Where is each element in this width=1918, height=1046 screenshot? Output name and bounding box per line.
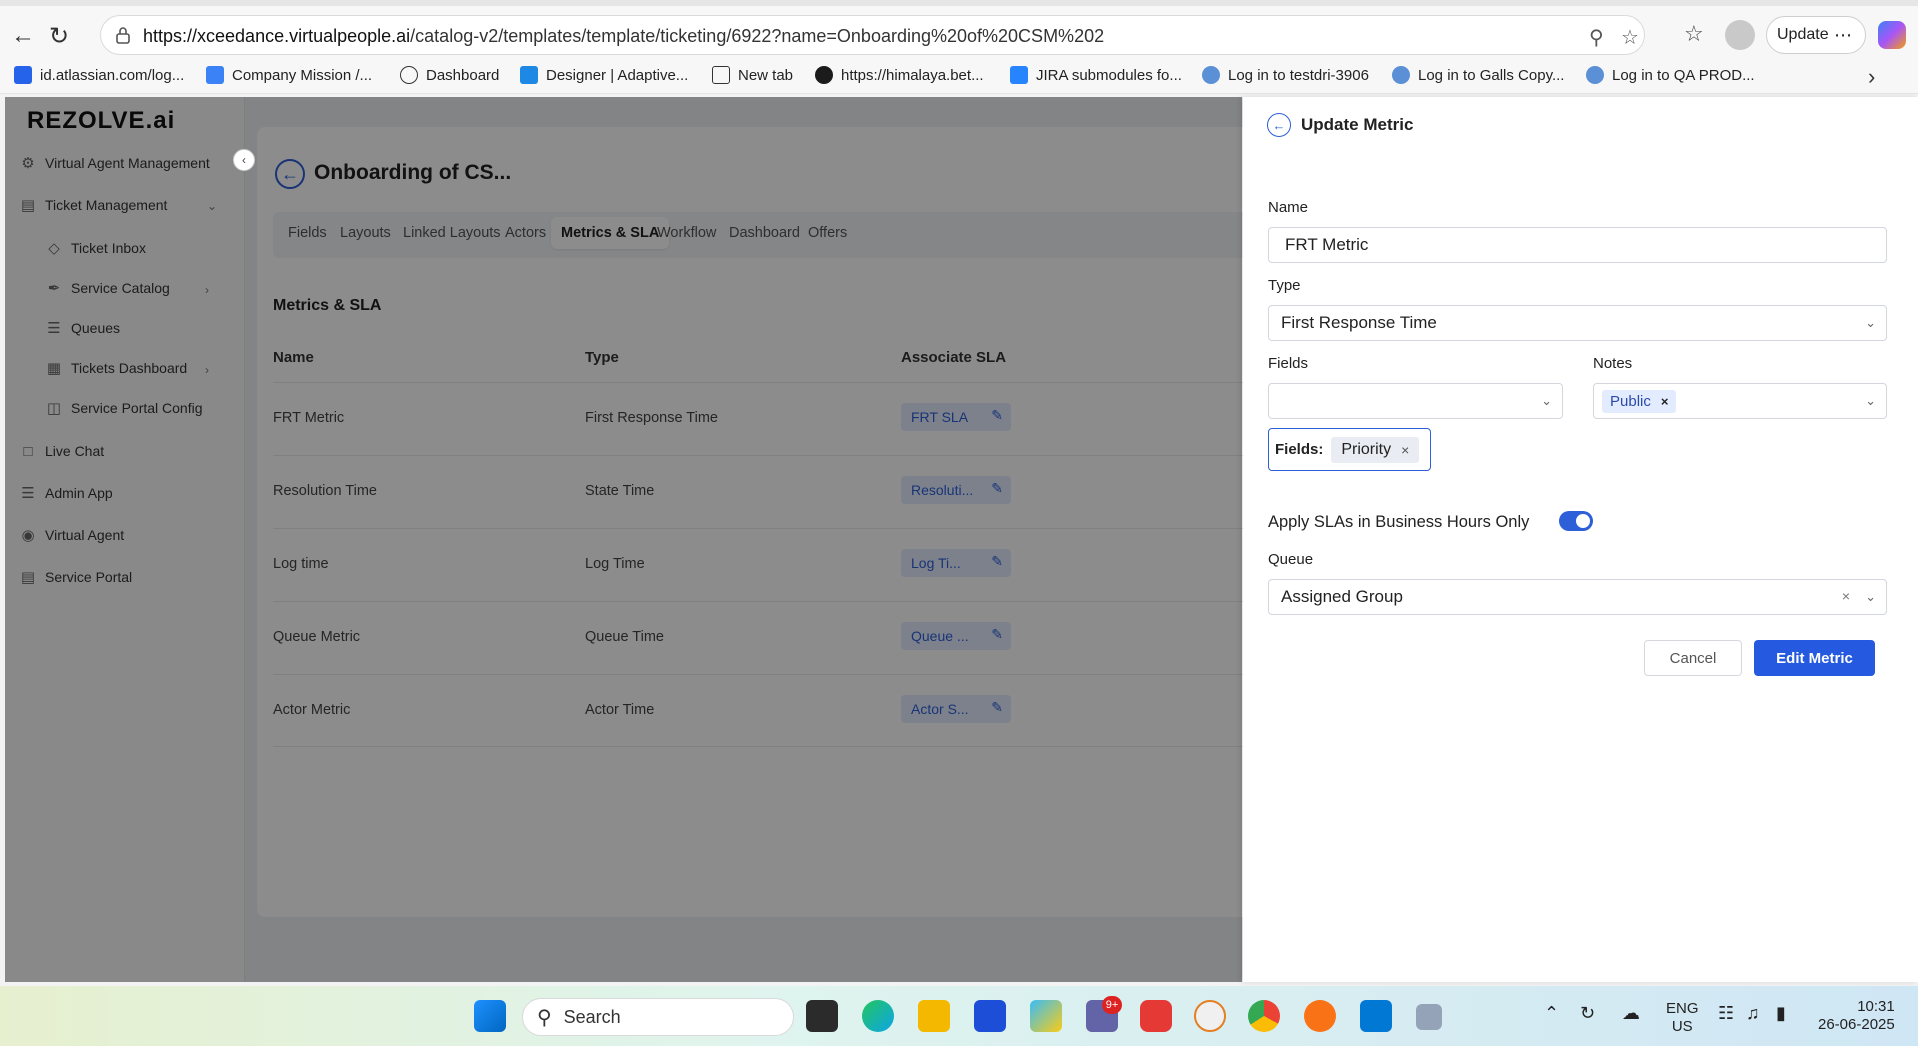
selected-fields-box: Fields: Priority × — [1268, 428, 1431, 471]
bookmark-item[interactable]: Designer | Adaptive... — [520, 66, 688, 84]
business-hours-label: Apply SLAs in Business Hours Only — [1268, 513, 1530, 531]
reload-icon[interactable]: ↻ — [42, 19, 76, 53]
postman-icon[interactable] — [1304, 1000, 1336, 1032]
bookmark-item[interactable]: Log in to QA PROD... — [1586, 66, 1755, 84]
chevron-up-icon[interactable]: ⌃ — [1544, 1004, 1559, 1022]
queue-select[interactable]: Assigned Group × ⌄ — [1268, 579, 1887, 615]
field-chip: Priority × — [1331, 436, 1420, 463]
site-icon — [1392, 66, 1410, 84]
bookmark-item[interactable]: Company Mission /... — [206, 66, 372, 84]
chevron-down-icon: ⌄ — [1865, 393, 1876, 408]
favorites-icon[interactable]: ☆ — [1684, 21, 1704, 47]
selected-fields-label: Fields: — [1275, 441, 1324, 458]
close-icon[interactable]: × — [1661, 394, 1669, 409]
search-icon: ⚲ — [537, 1006, 552, 1029]
new-tab-icon — [712, 66, 730, 84]
globe-icon — [400, 66, 418, 84]
chrome-icon[interactable] — [1248, 1000, 1280, 1032]
drawer-title: Update Metric — [1301, 115, 1414, 134]
clear-icon[interactable]: × — [1842, 588, 1850, 604]
bookmark-item[interactable]: id.atlassian.com/log... — [14, 66, 184, 84]
bookmark-item[interactable]: New tab — [712, 66, 793, 84]
task-view-icon[interactable] — [806, 1000, 838, 1032]
notification-badge: 9+ — [1102, 996, 1122, 1014]
clock[interactable]: 10:31 26-06-2025 — [1818, 998, 1895, 1034]
type-label: Type — [1268, 277, 1301, 294]
taskbar-search[interactable]: ⚲ Search — [522, 998, 794, 1036]
store-icon[interactable] — [974, 1000, 1006, 1032]
notes-chip: Public × — [1602, 389, 1677, 413]
update-metric-drawer: ← Update Metric Name FRT Metric Type Fir… — [1243, 97, 1918, 982]
confluence-icon — [206, 66, 224, 84]
zoom-icon[interactable]: ⚲ — [1589, 25, 1604, 50]
url-text: https://xceedance.virtualpeople.ai/catal… — [143, 26, 1105, 46]
sidebar-collapse-button[interactable]: ‹ — [233, 149, 255, 171]
himalaya-icon — [815, 66, 833, 84]
chevron-right-icon[interactable]: › — [1868, 64, 1875, 90]
wifi-icon[interactable]: ☷ — [1718, 1004, 1734, 1022]
browser-toolbar: ← ↻ https://xceedance.virtualpeople.ai/c… — [0, 0, 1918, 58]
edge-icon[interactable] — [862, 1000, 894, 1032]
address-bar[interactable]: https://xceedance.virtualpeople.ai/catal… — [100, 15, 1645, 55]
back-arrow-icon[interactable]: ← — [6, 19, 40, 53]
star-icon[interactable]: ☆ — [1621, 25, 1639, 50]
notes-select[interactable]: Public × ⌄ — [1593, 383, 1887, 419]
battery-icon[interactable]: ▮ — [1776, 1004, 1786, 1022]
copilot-icon[interactable] — [1878, 21, 1906, 49]
vscode-icon[interactable] — [1360, 1000, 1392, 1032]
bookmarks-bar: id.atlassian.com/log... Company Mission … — [0, 58, 1918, 94]
fields-select[interactable]: ⌄ — [1268, 383, 1563, 419]
name-label: Name — [1268, 199, 1309, 216]
windows-taskbar: ⚲ Search 9+ ⌃ ↻ ☁ ENG US ☷ ♫ ▮ 10:31 26-06-… — [0, 986, 1918, 1046]
language-indicator[interactable]: ENG US — [1666, 1000, 1699, 1036]
chevron-down-icon: ⌄ — [1865, 315, 1876, 330]
cloud-off-icon[interactable]: ☁ — [1622, 1004, 1640, 1022]
atlassian-icon — [14, 66, 32, 84]
designer-icon — [520, 66, 538, 84]
modal-overlay[interactable] — [5, 97, 1242, 982]
snipping-tool-icon[interactable] — [1416, 1004, 1442, 1030]
bookmark-item[interactable]: JIRA submodules fo... — [1010, 66, 1182, 84]
close-icon[interactable]: × — [1401, 442, 1409, 458]
cancel-button[interactable]: Cancel — [1644, 640, 1742, 676]
edit-metric-button[interactable]: Edit Metric — [1754, 640, 1875, 676]
business-hours-toggle[interactable] — [1559, 511, 1593, 531]
fields-label: Fields — [1268, 355, 1309, 372]
more-icon[interactable]: ⋯ — [1834, 25, 1853, 46]
site-icon — [1586, 66, 1604, 84]
bookmark-item[interactable]: Log in to Galls Copy... — [1392, 66, 1564, 84]
jira-icon — [1010, 66, 1028, 84]
browser-update-button[interactable]: Update ⋯ — [1766, 16, 1866, 54]
app-icon[interactable] — [1194, 1000, 1226, 1032]
queue-label: Queue — [1268, 551, 1314, 568]
wps-icon[interactable] — [1140, 1000, 1172, 1032]
site-icon — [1202, 66, 1220, 84]
lock-icon — [116, 27, 130, 44]
drawer-back-button[interactable]: ← — [1267, 113, 1291, 137]
name-input[interactable]: FRT Metric — [1268, 227, 1887, 263]
m365-icon[interactable] — [1030, 1000, 1062, 1032]
bookmark-item[interactable]: Dashboard — [400, 66, 499, 84]
type-select[interactable]: First Response Time ⌄ — [1268, 305, 1887, 341]
profile-avatar[interactable] — [1725, 20, 1755, 50]
bookmark-item[interactable]: https://himalaya.bet... — [815, 66, 984, 84]
volume-icon[interactable]: ♫ — [1746, 1004, 1760, 1022]
tab-strip — [0, 0, 1918, 6]
bookmark-item[interactable]: Log in to testdri-3906 — [1202, 66, 1369, 84]
windows-start-icon[interactable] — [474, 1000, 506, 1032]
chevron-down-icon: ⌄ — [1865, 589, 1876, 604]
chevron-down-icon: ⌄ — [1541, 393, 1552, 408]
sync-icon[interactable]: ↻ — [1580, 1004, 1595, 1022]
notes-label: Notes — [1593, 355, 1633, 372]
file-explorer-icon[interactable] — [918, 1000, 950, 1032]
